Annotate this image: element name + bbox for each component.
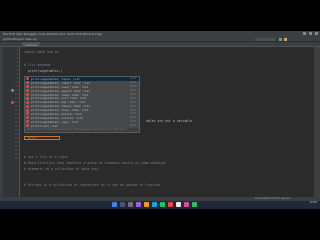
app-icon[interactable] [192,202,197,207]
scrollbar[interactable] [314,47,320,197]
app-icon[interactable] [184,202,189,207]
doc-comment-1: # use a list or a class [24,155,69,159]
doc-comment-2: # Data Structure that contains a group o… [24,161,167,165]
completion-item[interactable]: print(list) list sort [25,124,139,128]
ide-window: File Edit View Navigate Code Refactor Ru… [0,31,320,209]
task-view-icon[interactable] [128,202,133,207]
code-assign-line: print(vegetables.) [24,69,63,73]
video-bottom-bar [0,209,320,240]
doc-comment-4: # Strings is a collection of characters … [24,183,161,187]
typed-text: prin [28,136,36,140]
completion-hint: Press Ctrl+. to choose the selected (or … [25,128,139,132]
start-icon[interactable] [112,202,117,207]
code-fragment: ables are not a variable [146,119,193,123]
breadcrumb[interactable]: pythonProject main.py [3,37,37,41]
debug-icon[interactable] [284,38,287,41]
app-icon[interactable] [176,202,181,207]
search-icon[interactable] [120,202,125,207]
window-controls [303,32,318,35]
run-configuration-select[interactable] [255,38,275,41]
line-gutter: 1 2 3 4 5 6 7 8 9 10 11 12 13 14 15 16 1… [3,47,20,197]
code-editor[interactable]: import math and os # list methods print(… [21,47,314,197]
code-comment: # list methods [24,63,51,67]
doc-comment-3: # elements in a collection of data sets [24,167,99,171]
completion-popup: print(vegetables) tuple: list sort print(… [24,76,140,133]
cursor-position[interactable]: 19:13 CRLF UTF-8 4 spaces [255,197,291,200]
windows-taskbar: 12:07 [0,201,320,209]
clock-time: 12:07 [309,201,317,204]
close-icon[interactable] [315,32,318,35]
run-gutter-icon[interactable] [11,89,14,92]
run-icon[interactable] [279,38,282,41]
app-icon[interactable] [168,202,173,207]
maximize-icon[interactable] [309,32,312,35]
video-top-bar [0,0,320,31]
chat-icon[interactable] [136,202,141,207]
minimize-icon[interactable] [303,32,306,35]
main-menu[interactable]: File Edit View Navigate Code Refactor Ru… [0,32,102,36]
clock[interactable]: 12:07 [310,201,317,205]
breakpoint-icon[interactable] [11,101,14,104]
edge-icon[interactable] [152,202,157,207]
method-icon [26,124,29,128]
pycharm-icon[interactable] [160,202,165,207]
code-import-line: import math and os [24,50,59,54]
file-explorer-icon[interactable] [144,202,149,207]
